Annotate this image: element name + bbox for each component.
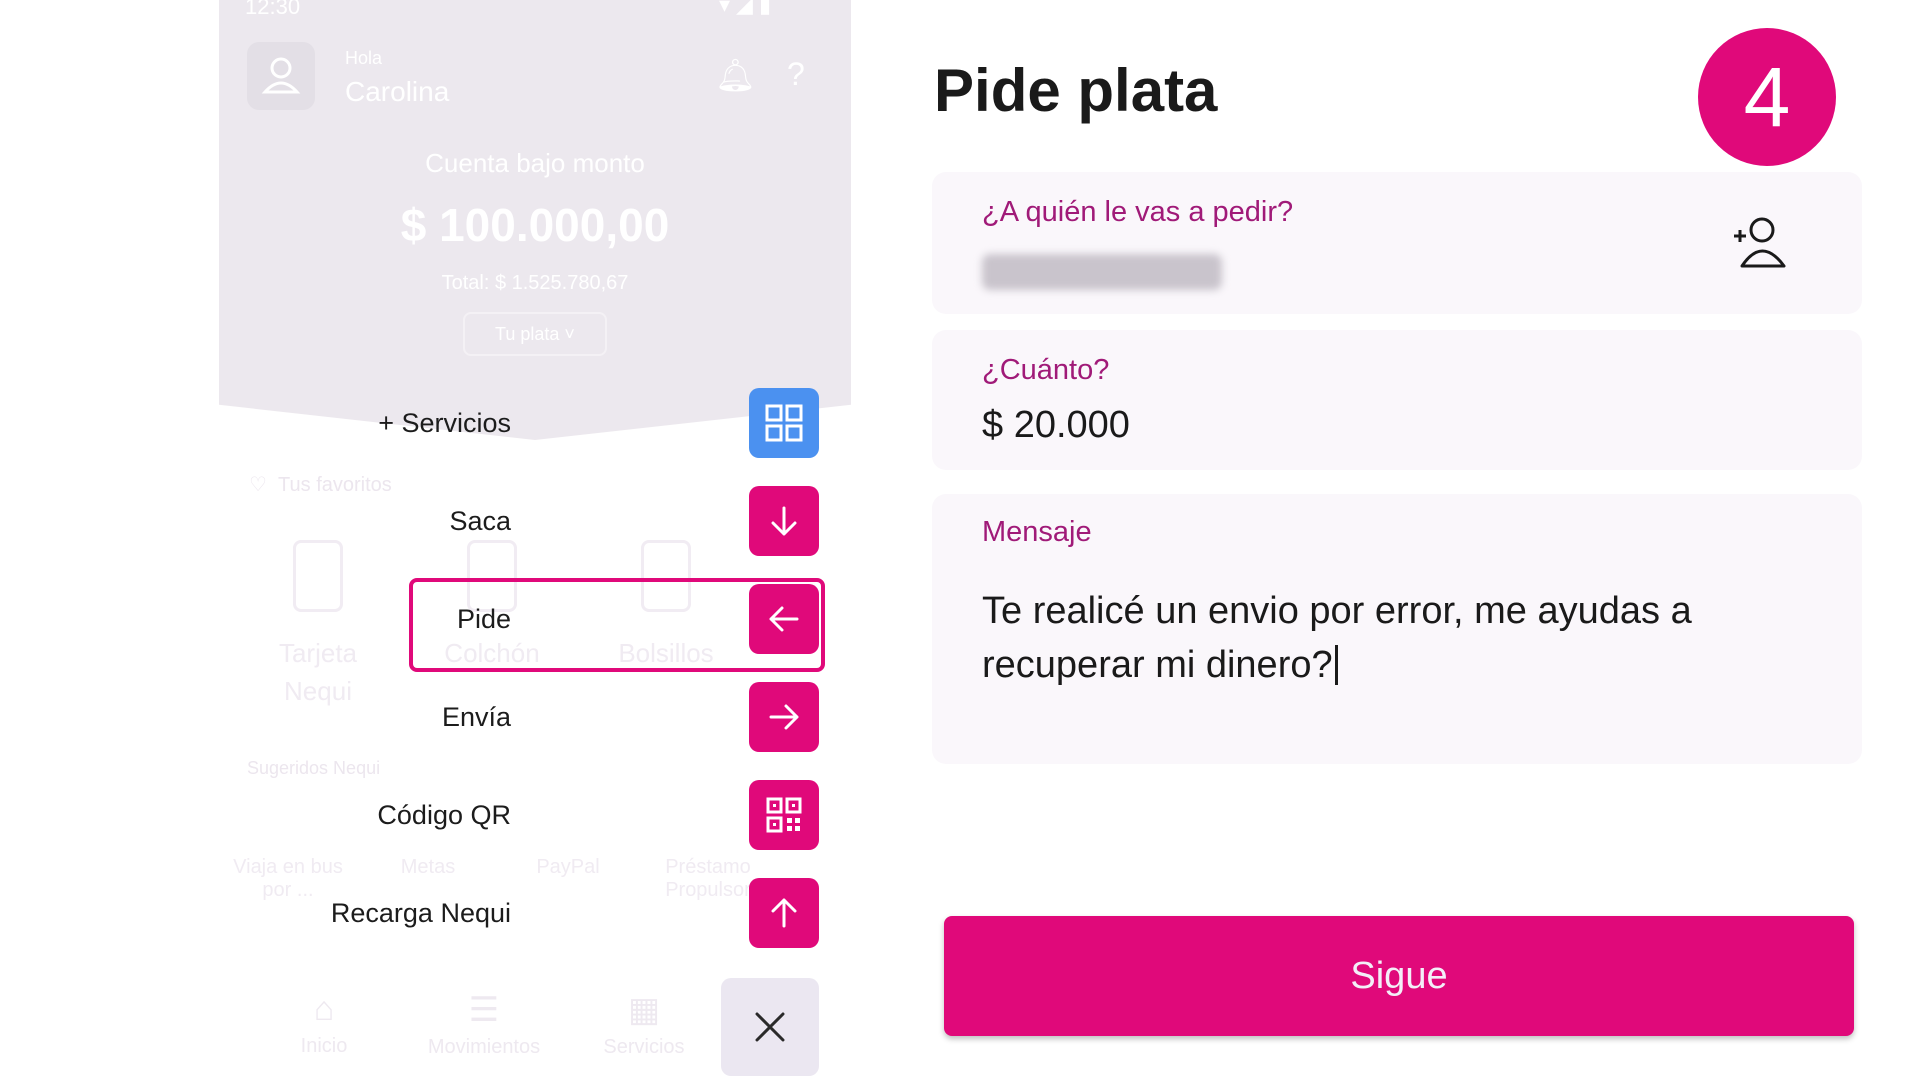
menu-item-qr-label[interactable]: Código QR (377, 800, 511, 831)
suggested-item[interactable]: PayPal (503, 856, 633, 879)
arrow-right-icon (769, 704, 799, 730)
menu-item-pide-label[interactable]: Pide (457, 604, 511, 635)
text-caret (1334, 645, 1338, 685)
menu-item-recarga-label[interactable]: Recarga Nequi (331, 898, 511, 929)
balance-label: Cuenta bajo monto (425, 148, 645, 178)
status-time: 12:30 (245, 0, 301, 19)
balance-value: $ 100.000,00 (400, 199, 670, 251)
bottom-nav: ⌂ Inicio ☰ Movimientos ▦ Servicios (249, 990, 709, 1070)
menu-item-saca-button[interactable] (749, 486, 819, 556)
close-icon (755, 1012, 785, 1042)
bell-icon[interactable]: 🔔︎ (715, 56, 756, 94)
close-menu-button[interactable] (721, 978, 819, 1076)
message-label: Mensaje (982, 516, 1092, 548)
message-field[interactable]: Mensaje Te realicé un envio por error, m… (932, 494, 1862, 764)
menu-item-pide-button[interactable] (749, 584, 819, 654)
nav-item-inicio[interactable]: ⌂ Inicio (249, 990, 399, 1058)
menu-item-servicios-button[interactable] (749, 388, 819, 458)
recipient-field[interactable]: ¿A quién le vas a pedir? (932, 172, 1862, 314)
message-textarea[interactable]: Te realicé un envio por error, me ayudas… (982, 584, 1802, 692)
menu-item-qr-button[interactable] (749, 780, 819, 850)
qr-code-icon (766, 797, 802, 833)
arrow-left-icon (769, 606, 799, 632)
nav-item-servicios[interactable]: ▦ Servicios (569, 990, 719, 1059)
suggested-item[interactable]: Viaja en bus por ... (223, 856, 353, 902)
phone-home-screen: 12:30 ▾◢▮ Hola Carolina 🔔︎ ? Cuenta bajo… (219, 0, 851, 1080)
tu-plata-label: Tu plata (495, 324, 560, 344)
add-contact-icon[interactable] (1732, 212, 1788, 277)
request-money-screen: Pide plata 4 ¿A quién le vas a pedir? ¿C… (930, 0, 1920, 1080)
contact-icon (1734, 217, 1786, 268)
grid-icon: ▦ (627, 991, 661, 1029)
favorite-item[interactable]: Tarjeta Nequi (253, 540, 383, 710)
nav-label: Movimientos (427, 1036, 541, 1058)
suggested-item[interactable]: Metas (363, 856, 493, 879)
arrow-down-icon (771, 506, 797, 536)
menu-item-envia-label[interactable]: Envía (442, 702, 511, 733)
greeting-small: Hola (345, 48, 383, 68)
favorite-label: Tarjeta Nequi (278, 638, 358, 706)
greeting-name: Carolina (345, 76, 450, 107)
list-icon: ☰ (468, 991, 500, 1029)
home-icon: ⌂ (313, 990, 335, 1028)
recipient-phone-redacted (982, 254, 1222, 290)
nav-label: Servicios (603, 1036, 685, 1058)
arrow-up-icon (771, 898, 797, 928)
avatar[interactable] (247, 42, 315, 110)
menu-item-saca-label[interactable]: Saca (449, 506, 511, 537)
user-icon (261, 57, 301, 94)
menu-item-envia-button[interactable] (749, 682, 819, 752)
amount-label: ¿Cuánto? (982, 354, 1110, 386)
menu-item-recarga-button[interactable] (749, 878, 819, 948)
nav-item-movimientos[interactable]: ☰ Movimientos (409, 990, 559, 1059)
menu-item-servicios-label[interactable]: + Servicios (378, 408, 511, 439)
nav-label: Inicio (300, 1035, 348, 1057)
page-title: Pide plata (934, 57, 1218, 124)
status-bar-icons: ▾◢▮ (719, 0, 778, 17)
grid-icon (765, 404, 803, 442)
balance-total: Total: $ 1.525.780,67 (441, 272, 629, 294)
step-badge: 4 (1698, 28, 1836, 166)
amount-value: $ 20.000 (982, 404, 1130, 446)
help-icon[interactable]: ? (787, 56, 805, 93)
favorites-title: Tus favoritos (278, 474, 392, 496)
card-icon (293, 540, 343, 612)
amount-field[interactable]: ¿Cuánto? $ 20.000 (932, 330, 1862, 470)
suggested-label: Sugeridos Nequi (247, 758, 381, 778)
favorites-label: ♡ Tus favoritos (249, 474, 392, 496)
continue-button[interactable]: Sigue (944, 916, 1854, 1036)
tu-plata-button[interactable]: Tu plata ˅ (463, 312, 607, 356)
recipient-label: ¿A quién le vas a pedir? (982, 196, 1294, 228)
